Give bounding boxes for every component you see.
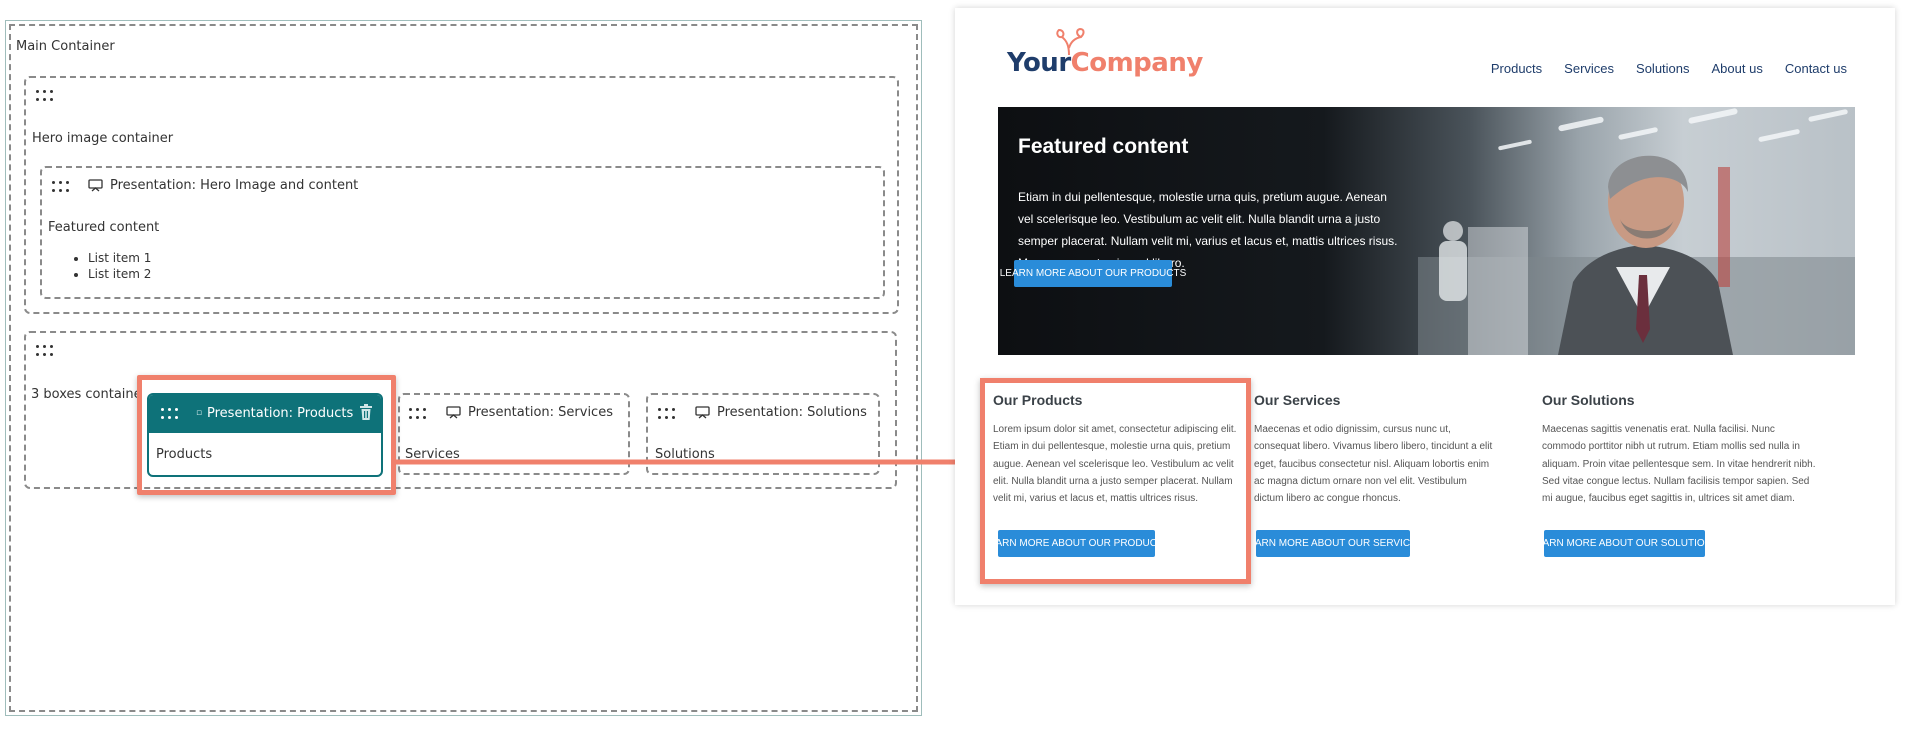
hero-container-label: Hero image container — [32, 131, 174, 146]
column-solutions: Our Solutions Maecenas sagittis venenati… — [1542, 392, 1816, 507]
services-content: Services — [405, 447, 460, 462]
logo-part-2: Company — [1070, 48, 1204, 78]
list-item: List item 1 — [88, 250, 151, 266]
nav-item-contact[interactable]: Contact us — [1785, 61, 1847, 76]
hero-presentation-header: Presentation: Hero Image and content — [88, 178, 358, 193]
main-nav: Products Services Solutions About us Con… — [1491, 61, 1847, 76]
hero-cta-button[interactable]: LEARN MORE ABOUT OUR PRODUCTS — [1000, 260, 1186, 287]
presentation-icon — [88, 179, 103, 192]
column-text: Maecenas et odio dignissim, cursus nunc … — [1254, 424, 1493, 505]
presentation-icon — [446, 406, 461, 419]
hero-banner: Featured content Etiam in dui pellentesq… — [998, 107, 1855, 355]
list-item: List item 2 — [88, 266, 151, 282]
nav-item-services[interactable]: Services — [1564, 61, 1614, 76]
drag-handle-icon[interactable] — [409, 408, 427, 420]
column-text: Maecenas sagittis venenatis erat. Nulla … — [1542, 424, 1816, 505]
drag-handle-icon[interactable] — [52, 181, 70, 193]
services-presentation-header: Presentation: Services — [446, 405, 613, 420]
drag-handle-icon[interactable] — [36, 90, 54, 102]
presentation-icon — [695, 406, 710, 419]
nav-item-about[interactable]: About us — [1712, 61, 1763, 76]
column-title: Our Solutions — [1542, 392, 1635, 408]
hero-presentation-label: Presentation: Hero Image and content — [110, 178, 359, 193]
nav-item-solutions[interactable]: Solutions — [1636, 61, 1689, 76]
company-logo[interactable]: YourCompany — [1007, 48, 1203, 78]
leaf-icon — [1056, 28, 1085, 56]
drag-handle-icon[interactable] — [36, 345, 54, 357]
column-title: Our Services — [1254, 392, 1341, 408]
highlight-frame-preview — [980, 378, 1251, 584]
solutions-content: Solutions — [655, 447, 715, 462]
hero-title: Featured content — [1018, 135, 1189, 158]
services-cta-button[interactable]: LEARN MORE ABOUT OUR SERVICES — [1243, 530, 1423, 557]
solutions-cta-button[interactable]: LEARN MORE ABOUT OUR SOLUTIONS — [1530, 530, 1719, 557]
hero-content-label: Featured content — [48, 220, 160, 235]
column-services: Our Services Maecenas et odio dignissim,… — [1254, 392, 1504, 507]
drag-handle-icon[interactable] — [658, 408, 676, 420]
nav-item-products[interactable]: Products — [1491, 61, 1542, 76]
boxes-container-label: 3 boxes containe — [31, 387, 142, 402]
main-container-label: Main Container — [16, 39, 115, 54]
highlight-frame-editor — [137, 375, 396, 495]
hero-list: List item 1 List item 2 — [48, 250, 151, 282]
services-presentation-label: Presentation: Services — [468, 405, 613, 420]
solutions-presentation-label: Presentation: Solutions — [717, 405, 867, 420]
solutions-presentation-header: Presentation: Solutions — [695, 405, 867, 420]
